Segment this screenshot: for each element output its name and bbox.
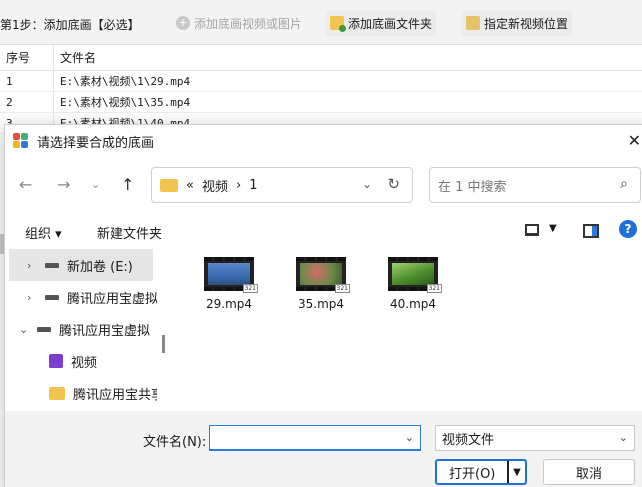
dialog-titlebar: 请选择要合成的底画 ✕	[5, 125, 642, 157]
expand-chevron-icon[interactable]: ›	[27, 259, 37, 272]
folder-icon	[160, 178, 178, 192]
help-icon[interactable]: ?	[619, 220, 637, 238]
command-bar: 组织 ▾ 新建文件夹 ▼ ?	[5, 219, 642, 245]
player-badge: 321	[426, 284, 442, 293]
breadcrumb-segment[interactable]: 视频	[202, 176, 228, 195]
forward-arrow-icon[interactable]: →	[57, 175, 70, 194]
search-icon[interactable]: ⌕	[620, 176, 628, 192]
expand-chevron-icon[interactable]: ›	[27, 291, 37, 304]
file-item[interactable]: 321 40.mp4	[373, 257, 453, 311]
app-toolbar: 第1步：添加底画【必选】 + 添加底画视频或图片 添加底画文件夹 指定新视频位置	[0, 0, 642, 44]
back-arrow-icon[interactable]: ←	[19, 175, 32, 194]
view-dropdown-icon[interactable]: ▼	[549, 223, 557, 234]
close-icon[interactable]: ✕	[628, 131, 641, 150]
drive-icon	[45, 294, 59, 300]
filetype-chevron-icon: ⌄	[618, 431, 628, 444]
address-bar[interactable]: « 视频 › 1 ⌄ ↻	[151, 167, 413, 203]
dialog-title: 请选择要合成的底画	[37, 135, 155, 151]
open-label: 打开(O)	[449, 466, 496, 482]
address-overflow[interactable]: «	[186, 178, 194, 193]
preview-pane-icon[interactable]	[583, 224, 599, 238]
search-box[interactable]: 在 1 中搜索 ⌕	[429, 167, 641, 203]
add-folder-button[interactable]: 添加底画文件夹	[326, 10, 437, 36]
open-dropdown-icon[interactable]: ▼	[507, 461, 525, 483]
view-mode-icon[interactable]	[525, 224, 539, 236]
row-filename: E:\素材\视频\1\35.mp4	[60, 96, 191, 109]
up-arrow-icon[interactable]: ↑	[121, 175, 134, 194]
header-no: 序号	[0, 45, 54, 70]
add-folder-label: 添加底画文件夹	[348, 16, 433, 31]
table-header: 序号 文件名	[0, 45, 642, 71]
file-name: 29.mp4	[205, 297, 253, 311]
set-position-button[interactable]: 指定新视频位置	[462, 10, 573, 36]
tree-item-label: 腾讯应用宝虚拟	[59, 323, 151, 339]
tree-item-label: 视频	[71, 355, 98, 371]
file-item[interactable]: 321 35.mp4	[281, 257, 361, 311]
plus-icon: +	[176, 16, 190, 30]
search-placeholder: 在 1 中搜索	[438, 179, 507, 195]
refresh-icon[interactable]: ↻	[387, 175, 400, 193]
row-no: 1	[0, 71, 54, 91]
navigation-pane: › 新加卷 (E:) › 腾讯应用宝虚拟 ⌄ 腾讯应用宝虚拟 视频 腾讯应用宝共…	[5, 247, 157, 411]
breadcrumb-segment[interactable]: 1	[249, 178, 257, 193]
tree-item-virtual-drive-expanded[interactable]: ⌄ 腾讯应用宝虚拟	[9, 313, 150, 345]
tree-item-virtual-drive[interactable]: › 腾讯应用宝虚拟	[9, 281, 157, 313]
add-media-label: 添加底画视频或图片	[194, 16, 303, 31]
filename-label: 文件名(N):	[143, 435, 207, 450]
row-no: 2	[0, 92, 54, 112]
tree-item-label: 腾讯应用宝虚拟	[67, 291, 157, 307]
nav-scrollbar[interactable]	[162, 335, 165, 353]
video-thumbnail: 321	[388, 257, 442, 293]
file-item[interactable]: 321 29.mp4	[189, 257, 269, 311]
tree-item-drive-e[interactable]: › 新加卷 (E:)	[9, 249, 153, 281]
player-badge: 321	[334, 284, 350, 293]
tree-item-label: 新加卷 (E:)	[67, 259, 133, 275]
video-folder-icon	[49, 354, 63, 368]
cancel-button[interactable]: 取消	[543, 459, 635, 485]
position-icon	[466, 16, 480, 30]
file-open-dialog: 请选择要合成的底画 ✕ ← → ⌄ ↑ « 视频 › 1 ⌄ ↻ 在 1 中搜索…	[4, 124, 642, 487]
organize-menu[interactable]: 组织 ▾	[25, 223, 62, 242]
tree-item-shared[interactable]: 腾讯应用宝共享	[49, 377, 157, 409]
filetype-select[interactable]: 视频文件 ⌄	[435, 425, 635, 451]
collapse-chevron-icon[interactable]: ⌄	[19, 323, 29, 336]
drive-icon	[45, 262, 59, 268]
file-name: 35.mp4	[297, 297, 345, 311]
add-media-button[interactable]: + 添加底画视频或图片	[172, 10, 307, 36]
tree-item-videos[interactable]: 视频	[49, 345, 97, 377]
table-row[interactable]: 2 E:\素材\视频\1\35.mp4	[0, 92, 642, 113]
video-thumbnail: 321	[296, 257, 350, 293]
filename-dropdown-icon[interactable]: ⌄	[405, 431, 414, 444]
row-filename: E:\素材\视频\1\29.mp4	[60, 75, 191, 88]
app-logo-icon	[13, 133, 29, 149]
step-label: 第1步：添加底画【必选】	[0, 18, 140, 32]
video-thumbnail: 321	[204, 257, 258, 293]
breadcrumb-separator-icon: ›	[235, 177, 242, 193]
tree-item-label: 腾讯应用宝共享	[73, 387, 157, 403]
file-list: 321 29.mp4 321 35.mp4 321 40.mp4	[171, 247, 641, 411]
recent-chevron-icon[interactable]: ⌄	[91, 178, 100, 191]
folder-icon	[49, 386, 65, 400]
folder-add-icon	[330, 16, 346, 32]
header-filename: 文件名	[60, 51, 97, 65]
navigation-bar: ← → ⌄ ↑ « 视频 › 1 ⌄ ↻ 在 1 中搜索 ⌕	[5, 167, 642, 203]
filetype-value: 视频文件	[442, 432, 495, 448]
drive-icon	[37, 326, 51, 332]
table-row[interactable]: 1 E:\素材\视频\1\29.mp4	[0, 71, 642, 92]
address-dropdown-icon[interactable]: ⌄	[362, 177, 372, 191]
set-position-label: 指定新视频位置	[484, 16, 569, 31]
filename-input[interactable]: ⌄	[209, 425, 421, 451]
dialog-footer: 文件名(N): ⌄ 视频文件 ⌄ 打开(O) ▼ 取消	[5, 411, 642, 487]
player-badge: 321	[242, 284, 258, 293]
file-name: 40.mp4	[389, 297, 437, 311]
open-button[interactable]: 打开(O) ▼	[435, 459, 527, 485]
file-table: 序号 文件名 1 E:\素材\视频\1\29.mp4 2 E:\素材\视频\1\…	[0, 44, 642, 134]
new-folder-button[interactable]: 新建文件夹	[97, 223, 162, 242]
